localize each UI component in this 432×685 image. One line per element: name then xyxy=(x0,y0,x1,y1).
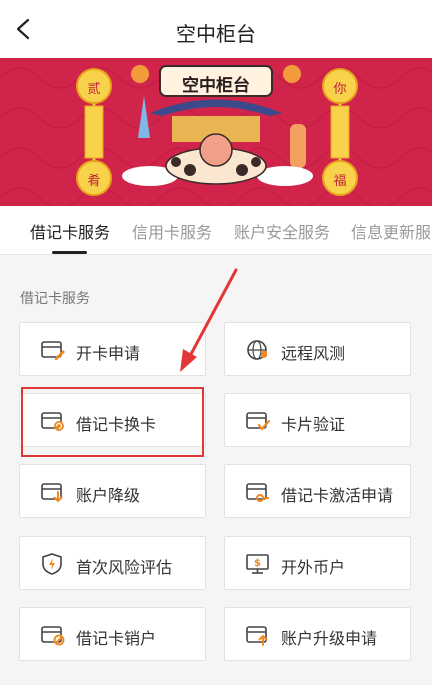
service-label: 借记卡销户 xyxy=(76,629,157,648)
tab-debit-card[interactable]: 借记卡服务 xyxy=(30,219,110,243)
service-first-risk-assessment[interactable]: 首次风险评估 xyxy=(19,536,206,590)
tab-info-update[interactable]: 信息更新服务 xyxy=(351,219,432,243)
service-label: 账户降级 xyxy=(76,486,141,505)
couplet-right-bottom: 福 xyxy=(333,174,347,189)
banner[interactable]: 空中柜台 贰 肴 你 福 xyxy=(0,58,432,206)
service-account-downgrade[interactable]: 账户降级 xyxy=(19,464,206,518)
card-check-icon xyxy=(246,412,270,431)
highlight-box xyxy=(21,387,204,457)
service-open-foreign-currency[interactable]: $ 开外币户 xyxy=(224,536,411,590)
card-up-icon xyxy=(246,626,268,646)
card-cancel-icon xyxy=(41,626,65,646)
card-down-icon xyxy=(41,483,63,503)
tab-account-security[interactable]: 账户安全服务 xyxy=(234,219,330,243)
svg-text:$: $ xyxy=(254,558,261,569)
service-remote-risk-test[interactable]: 远程风测 xyxy=(224,322,411,376)
monitor-dollar-icon: $ xyxy=(246,554,269,574)
service-label: 卡片验证 xyxy=(281,415,346,434)
active-tab-indicator xyxy=(52,251,87,254)
service-label: 开卡申请 xyxy=(76,344,141,363)
service-label: 远程风测 xyxy=(281,344,346,363)
couplet-right-top: 你 xyxy=(333,82,347,97)
service-open-card[interactable]: 开卡申请 xyxy=(19,322,206,376)
service-debit-card-activation[interactable]: 借记卡激活申请 xyxy=(224,464,411,518)
couplet-left-bottom: 肴 xyxy=(87,174,101,189)
service-card-verify[interactable]: 卡片验证 xyxy=(224,393,411,447)
tab-credit-card[interactable]: 信用卡服务 xyxy=(132,219,212,243)
service-label: 首次风险评估 xyxy=(76,558,173,577)
page-title: 空中柜台 xyxy=(176,22,256,46)
service-label: 账户升级申请 xyxy=(281,629,378,648)
service-label: 开外币户 xyxy=(281,558,346,577)
service-debit-card-close[interactable]: 借记卡销户 xyxy=(19,607,206,661)
card-key-icon xyxy=(246,483,269,502)
banner-title: 空中柜台 xyxy=(182,76,250,96)
globe-shield-icon xyxy=(247,340,267,360)
app-header: 空中柜台 xyxy=(0,0,432,58)
card-edit-icon xyxy=(41,341,65,360)
service-label: 借记卡激活申请 xyxy=(281,486,394,505)
service-tabs: 借记卡服务 信用卡服务 账户安全服务 信息更新服务 xyxy=(0,206,432,255)
shield-bolt-icon xyxy=(42,553,62,575)
service-account-upgrade[interactable]: 账户升级申请 xyxy=(224,607,411,661)
section-label: 借记卡服务 xyxy=(20,291,90,307)
couplet-left-top: 贰 xyxy=(87,82,101,97)
